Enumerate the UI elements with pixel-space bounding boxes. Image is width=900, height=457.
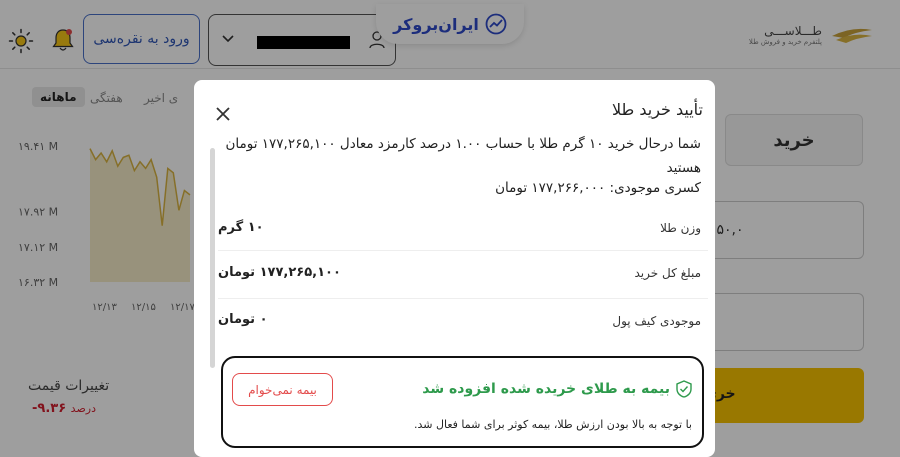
modal-title: تأیید خرید طلا bbox=[611, 100, 703, 119]
balance-deduction: کسری موجودی: ۱۷۷,۲۶۶,۰۰۰ تومان bbox=[495, 180, 701, 196]
shield-check-icon bbox=[676, 380, 692, 398]
weight-value: ۱۰ گرم bbox=[218, 220, 264, 235]
close-icon[interactable] bbox=[216, 107, 230, 121]
total-label: مبلغ کل خرید bbox=[634, 266, 701, 280]
row-divider bbox=[218, 298, 708, 299]
total-value: ۱۷۷,۲۶۵,۱۰۰ تومان bbox=[218, 265, 341, 280]
row-divider bbox=[218, 250, 708, 251]
scrollbar[interactable] bbox=[210, 148, 215, 368]
insurance-box: بیمه به طلای خریده شده افزوده شد بیمه نم… bbox=[221, 356, 704, 448]
weight-label: وزن طلا bbox=[660, 221, 701, 235]
wallet-label: موجودی کیف پول bbox=[612, 314, 701, 328]
insurance-title: بیمه به طلای خریده شده افزوده شد bbox=[422, 380, 692, 398]
confirm-buy-modal: تأیید خرید طلا شما درحال خرید ۱۰ گرم طلا… bbox=[194, 80, 715, 457]
modal-message: شما درحال خرید ۱۰ گرم طلا با حساب ۱.۰۰ د… bbox=[225, 136, 702, 176]
insurance-note: با توجه به بالا بودن ارزش طلا، بیمه کوثر… bbox=[414, 418, 692, 431]
decline-insurance-button[interactable]: بیمه نمی‌خوام bbox=[232, 373, 333, 406]
wallet-value: ۰ تومان bbox=[218, 312, 268, 327]
insurance-title-text: بیمه به طلای خریده شده افزوده شد bbox=[422, 381, 670, 397]
